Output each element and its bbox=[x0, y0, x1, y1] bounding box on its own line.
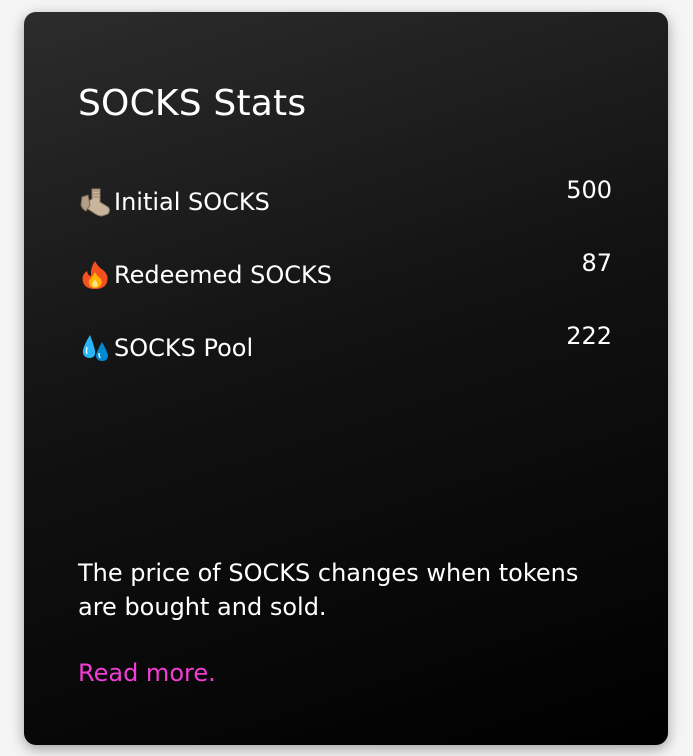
stat-value: 500 bbox=[566, 176, 612, 204]
stat-label-container: Initial SOCKS bbox=[78, 187, 270, 217]
stat-value: 87 bbox=[581, 249, 612, 277]
stat-label-container: SOCKS Pool bbox=[78, 333, 253, 363]
stat-label-container: Redeemed SOCKS bbox=[78, 260, 332, 290]
price-description: The price of SOCKS changes when tokens a… bbox=[78, 559, 579, 621]
stat-row-initial-socks: Initial SOCKS 500 bbox=[78, 175, 612, 217]
droplets-icon bbox=[78, 333, 114, 363]
sock-icon bbox=[78, 187, 114, 217]
stat-row-socks-pool: SOCKS Pool 222 bbox=[78, 321, 612, 363]
card-title: SOCKS Stats bbox=[78, 83, 307, 124]
stat-label: SOCKS Pool bbox=[114, 334, 254, 362]
stat-row-redeemed-socks: Redeemed SOCKS 87 bbox=[78, 248, 612, 290]
stat-label: Redeemed SOCKS bbox=[114, 261, 332, 289]
fire-icon bbox=[78, 260, 114, 290]
read-more-link[interactable]: Read more. bbox=[78, 656, 216, 690]
socks-stats-card: SOCKS Stats Initial SOCKS 500 Redeemed S… bbox=[24, 12, 668, 745]
stat-label: Initial SOCKS bbox=[114, 188, 270, 216]
stat-value: 222 bbox=[566, 322, 612, 350]
